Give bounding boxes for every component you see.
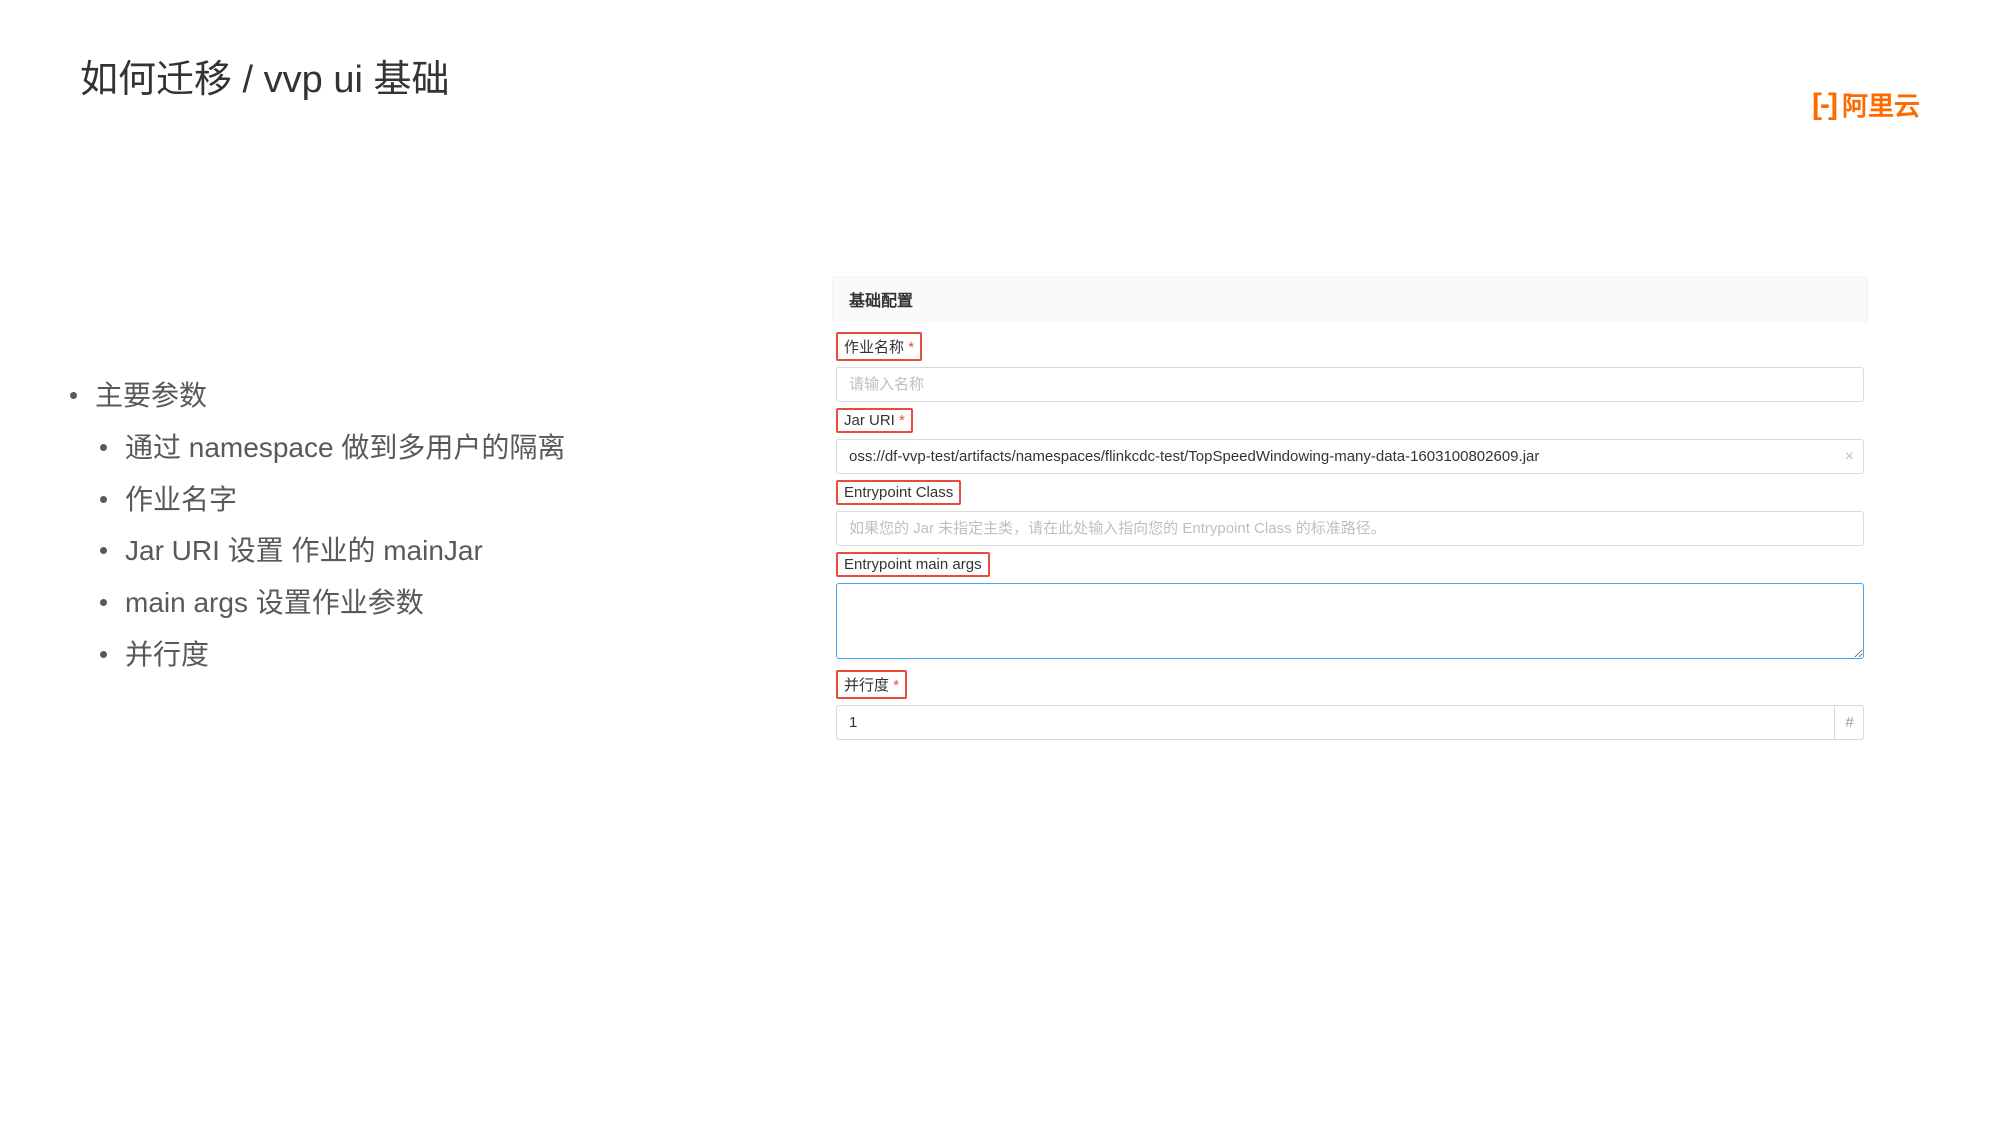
bullet-jar-uri: Jar URI 设置 作业的 mainJar (100, 525, 565, 577)
job-name-input[interactable] (836, 367, 1864, 402)
entrypoint-class-label: Entrypoint Class (836, 480, 961, 505)
bullet-text: main args 设置作业参数 (125, 577, 424, 629)
bullet-job-name: 作业名字 (100, 474, 565, 526)
parallelism-field: 并行度 * # (836, 670, 1864, 740)
main-args-textarea[interactable] (836, 583, 1864, 659)
logo-bracket-icon: [-] (1812, 88, 1836, 122)
required-star-icon: * (899, 412, 905, 429)
bullet-dot-icon (70, 392, 77, 399)
required-star-icon: * (908, 339, 914, 356)
aliyun-logo: [-] 阿里云 (1812, 86, 1920, 123)
bullet-namespace: 通过 namespace 做到多用户的隔离 (100, 422, 565, 474)
bullet-text: 通过 namespace 做到多用户的隔离 (125, 422, 565, 474)
basic-config-form: 基础配置 作业名称 * Jar URI * × Entrypoint Class (832, 276, 1868, 744)
left-bullet-list: 主要参数 通过 namespace 做到多用户的隔离 作业名字 Jar URI … (70, 370, 565, 681)
bullet-dot-icon (100, 496, 107, 503)
main-args-field: Entrypoint main args (836, 552, 1864, 664)
required-star-icon: * (893, 677, 899, 694)
parallelism-input[interactable] (836, 705, 1864, 740)
slide-title: 如何迁移 / vvp ui 基础 (80, 48, 450, 103)
bullet-text: Jar URI 设置 作业的 mainJar (125, 525, 483, 577)
panel-header: 基础配置 (832, 276, 1868, 322)
bullet-text: 主要参数 (95, 370, 207, 422)
jar-uri-label: Jar URI * (836, 408, 913, 433)
clear-input-button[interactable]: × (1845, 449, 1854, 465)
bullet-dot-icon (100, 599, 107, 606)
bullet-dot-icon (100, 547, 107, 554)
bullet-main-args: main args 设置作业参数 (100, 577, 565, 629)
bullet-main-params: 主要参数 (70, 370, 565, 422)
jar-uri-field: Jar URI * × (836, 408, 1864, 474)
entrypoint-class-input[interactable] (836, 511, 1864, 546)
jar-uri-input[interactable] (836, 439, 1864, 474)
bullet-dot-icon (100, 444, 107, 451)
bullet-parallelism: 并行度 (100, 629, 565, 681)
main-args-label: Entrypoint main args (836, 552, 990, 577)
entrypoint-class-field: Entrypoint Class (836, 480, 1864, 546)
bullet-dot-icon (100, 651, 107, 658)
logo-text: 阿里云 (1842, 86, 1920, 123)
job-name-label: 作业名称 * (836, 332, 922, 361)
job-name-field: 作业名称 * (836, 332, 1864, 402)
bullet-text: 并行度 (125, 629, 209, 681)
hash-icon: # (1834, 705, 1864, 740)
bullet-text: 作业名字 (125, 474, 237, 526)
parallelism-label: 并行度 * (836, 670, 907, 699)
